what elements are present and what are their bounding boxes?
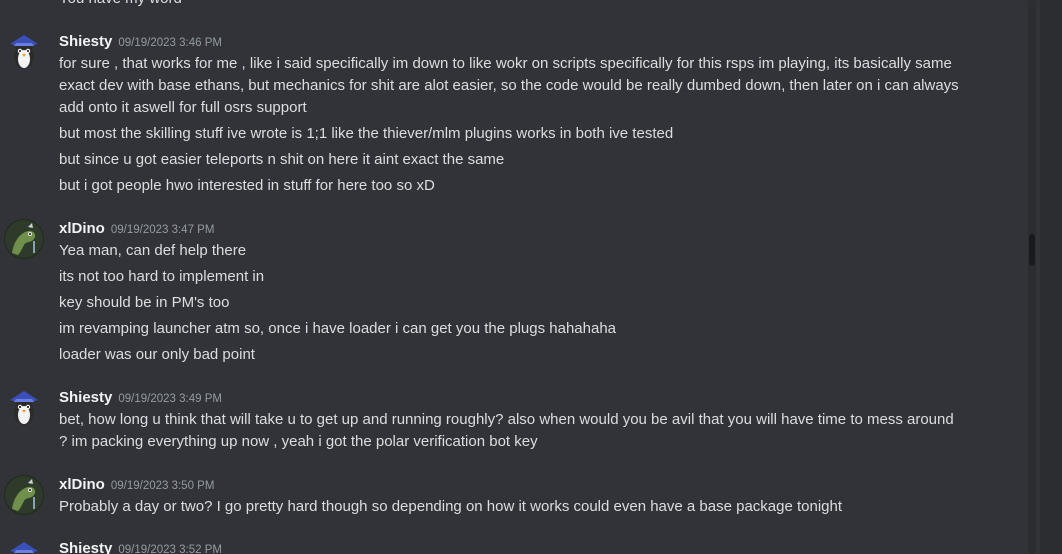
message-line: Probably a day or two? I go pretty hard … — [59, 498, 843, 515]
message-timestamp: 09/19/2023 3:50 PM — [110, 480, 215, 492]
scrollbar-track[interactable] — [1028, 0, 1036, 554]
message-line: Yea man, can def help there — [59, 242, 247, 259]
penguin-avatar-icon[interactable] — [4, 388, 44, 428]
message-timestamp: 09/19/2023 3:52 PM — [118, 544, 222, 554]
message-line: bet, how long u think that will take u t… — [59, 411, 954, 428]
message-line: exact dev with base ethans, but mechanic… — [59, 77, 959, 94]
message-line: loader was our only bad point — [59, 346, 255, 363]
penguin-avatar-icon[interactable] — [4, 32, 44, 72]
message-line: its not too hard to implement in — [59, 268, 265, 285]
message-line: but most the skilling stuff ive wrote is… — [59, 125, 674, 142]
message-header: xlDino 09/19/2023 3:47 PM — [59, 219, 214, 240]
right-panel-edge — [1040, 0, 1062, 554]
message-line: add onto it aswell for full osrs support — [59, 99, 307, 116]
author-name[interactable]: xlDino — [59, 220, 105, 237]
message-line: key should be in PM's too — [59, 294, 230, 311]
message-header: xlDino 09/19/2023 3:50 PM — [59, 475, 214, 496]
author-name[interactable]: xlDino — [59, 476, 105, 493]
message-timestamp: 09/19/2023 3:49 PM — [118, 393, 222, 405]
message-line: ? im packing everything up now , yeah i … — [59, 433, 538, 450]
dino-avatar-icon[interactable] — [4, 475, 44, 515]
message-line: but i got people hwo interested in stuff… — [59, 177, 435, 194]
message-line: for sure , that works for me , like i sa… — [59, 55, 952, 72]
message-header: Shiesty 09/19/2023 3:46 PM — [59, 32, 222, 53]
dino-avatar-icon[interactable] — [4, 219, 44, 259]
message-timestamp: 09/19/2023 3:46 PM — [118, 37, 222, 49]
scrollbar-thumb[interactable] — [1029, 234, 1035, 266]
message-line: but since u got easier teleports n shit … — [59, 151, 505, 168]
author-name[interactable]: Shiesty — [59, 33, 112, 50]
author-name[interactable]: Shiesty — [59, 389, 112, 406]
message-header: Shiesty 09/19/2023 3:49 PM — [59, 388, 222, 409]
chat-message-list: You have my word Shiesty 09/19/2023 3:46 … — [0, 0, 1040, 554]
author-name[interactable]: Shiesty — [59, 540, 112, 554]
message-timestamp: 09/19/2023 3:47 PM — [110, 224, 215, 236]
message-line: You have my word — [59, 0, 182, 10]
message-line: im revamping launcher atm so, once i hav… — [59, 320, 617, 337]
penguin-avatar-icon[interactable] — [4, 539, 44, 554]
message-header: Shiesty 09/19/2023 3:52 PM — [59, 539, 222, 554]
